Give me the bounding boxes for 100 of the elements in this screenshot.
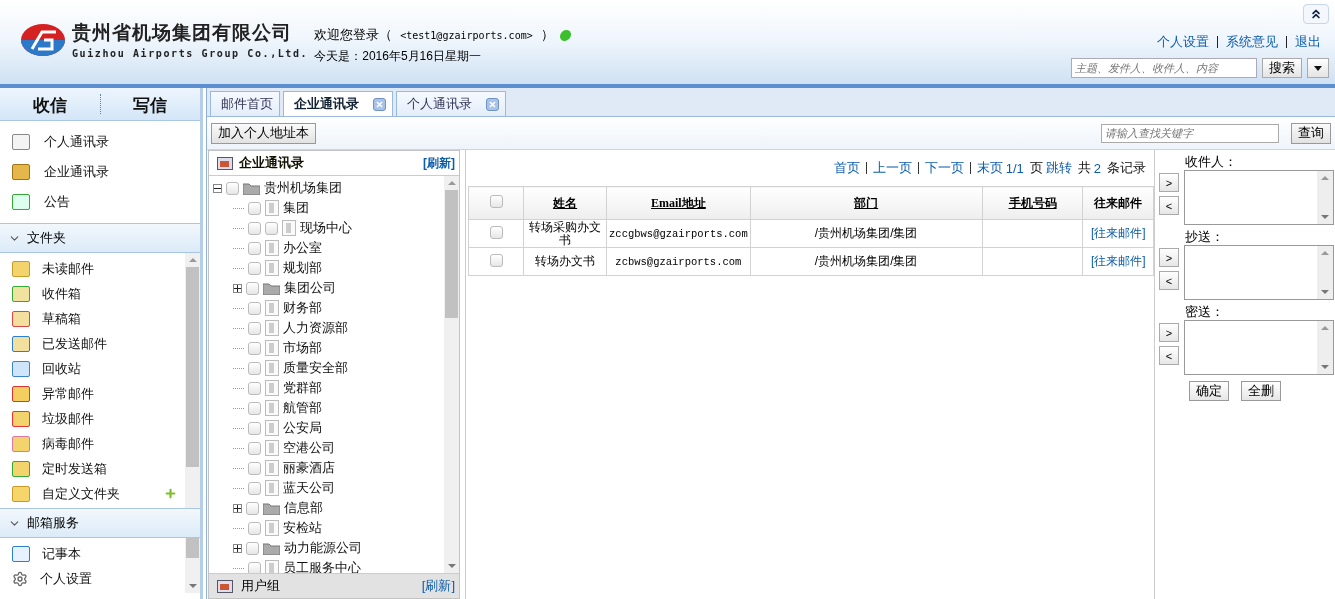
expand-toggle[interactable] xyxy=(233,503,242,513)
sidebar-item[interactable]: 已发送邮件 xyxy=(42,334,107,353)
tree-checkbox[interactable] xyxy=(248,441,261,455)
sidebar-item[interactable]: 草稿箱 xyxy=(42,309,81,328)
tree-node[interactable]: 集团公司 xyxy=(284,279,336,297)
pager-link[interactable]: 末页 xyxy=(976,159,1003,177)
tree-checkbox[interactable] xyxy=(226,181,239,195)
sidebar-item[interactable]: 病毒邮件 xyxy=(42,434,94,453)
keyword-field[interactable]: 请输入查找关键字 xyxy=(1101,123,1279,143)
mail-action-button[interactable]: 收信 xyxy=(0,94,100,114)
select-all-checkbox[interactable] xyxy=(489,195,503,208)
tree-checkbox[interactable] xyxy=(248,381,261,395)
tree-node[interactable]: 丽豪酒店 xyxy=(283,459,335,477)
pager-link[interactable]: 上一页 xyxy=(872,159,912,177)
tree-checkbox[interactable] xyxy=(248,561,261,573)
scrollbar[interactable] xyxy=(185,538,200,593)
pager-link[interactable]: 下一页 xyxy=(924,159,964,177)
mail-action-button[interactable]: 写信 xyxy=(99,94,200,114)
tree-node[interactable]: 安检站 xyxy=(283,519,322,537)
search-button[interactable]: 搜索 xyxy=(1262,58,1302,78)
tree-node[interactable]: 贵州机场集团 xyxy=(264,179,342,197)
expand-toggle[interactable] xyxy=(233,283,242,293)
header-link[interactable]: 退出 xyxy=(1287,33,1329,51)
tree-node[interactable]: 信息部 xyxy=(284,499,323,517)
sidebar-item[interactable]: 未读邮件 xyxy=(42,259,94,278)
action-button[interactable]: 确定 xyxy=(1189,381,1229,401)
tree-node[interactable]: 员工服务中心 xyxy=(283,559,361,573)
tree-node[interactable]: 动力能源公司 xyxy=(284,539,362,557)
tree-node[interactable]: 人力资源部 xyxy=(283,319,348,337)
refresh-link[interactable]: [刷新] xyxy=(421,577,455,595)
sidebar-item[interactable]: 记事本 xyxy=(42,544,81,563)
sidebar-item[interactable]: 个人设置 xyxy=(40,569,92,588)
header-link[interactable]: 系统意见 xyxy=(1218,33,1286,51)
tree-node[interactable]: 办公室 xyxy=(283,239,322,257)
tree-checkbox[interactable] xyxy=(248,461,261,475)
refresh-link[interactable]: [刷新] xyxy=(423,154,455,172)
sidebar-item[interactable]: 回收站 xyxy=(42,359,81,378)
tree-checkbox[interactable] xyxy=(248,261,261,275)
search-options-button[interactable] xyxy=(1307,58,1329,78)
remove-button[interactable]: < xyxy=(1159,271,1179,290)
tree-node[interactable]: 现场中心 xyxy=(300,219,352,237)
add-button[interactable]: > xyxy=(1159,173,1179,192)
tree-checkbox[interactable] xyxy=(248,221,261,235)
tree-checkbox[interactable] xyxy=(265,221,278,235)
scrollbar[interactable] xyxy=(185,253,200,508)
header-link[interactable]: 个人设置 xyxy=(1149,33,1217,51)
recipient-list[interactable] xyxy=(1184,245,1334,300)
tree-checkbox[interactable] xyxy=(248,241,261,255)
close-icon[interactable] xyxy=(486,97,499,111)
tree-checkbox[interactable] xyxy=(246,281,259,295)
tree-checkbox[interactable] xyxy=(248,341,261,355)
pager-link[interactable]: 首页 xyxy=(833,159,860,177)
sidebar-item[interactable]: 企业通讯录 xyxy=(44,163,109,181)
expand-toggle[interactable] xyxy=(233,543,242,553)
tab[interactable]: 邮件首页 xyxy=(210,91,280,116)
sidebar-item[interactable]: 定时发送箱 xyxy=(42,459,107,478)
sidebar-item[interactable]: 收件箱 xyxy=(42,284,81,303)
remove-button[interactable]: < xyxy=(1159,346,1179,365)
column-header[interactable]: Email地址 xyxy=(651,195,706,210)
tree-node[interactable]: 空港公司 xyxy=(283,439,335,457)
tree-node[interactable]: 集团 xyxy=(283,199,309,217)
section-header[interactable]: 文件夹 xyxy=(0,223,200,253)
tree-checkbox[interactable] xyxy=(248,201,261,215)
remove-button[interactable]: < xyxy=(1159,196,1179,215)
scrollbar[interactable] xyxy=(444,176,459,573)
query-button[interactable]: 查询 xyxy=(1291,122,1331,144)
tree-node[interactable]: 公安局 xyxy=(283,419,322,437)
close-icon[interactable] xyxy=(373,97,386,111)
tree-node[interactable]: 规划部 xyxy=(283,259,322,277)
tree-checkbox[interactable] xyxy=(246,501,259,515)
tree-node[interactable]: 市场部 xyxy=(283,339,322,357)
recipient-list[interactable] xyxy=(1184,320,1334,375)
tree-checkbox[interactable] xyxy=(248,401,261,415)
tree-checkbox[interactable] xyxy=(246,541,259,555)
column-header[interactable]: 部门 xyxy=(854,195,879,210)
collapse-header-button[interactable] xyxy=(1303,4,1329,24)
section-header[interactable]: 邮箱服务 xyxy=(0,508,200,538)
sidebar-item[interactable]: 异常邮件 xyxy=(42,384,94,403)
tree-checkbox[interactable] xyxy=(248,361,261,375)
sidebar-item[interactable]: 个人通讯录 xyxy=(44,133,109,151)
tree-node[interactable]: 蓝天公司 xyxy=(283,479,335,497)
sidebar-item[interactable]: 垃圾邮件 xyxy=(42,409,94,428)
pager-link[interactable]: 跳转 xyxy=(1045,159,1072,177)
recipient-list[interactable] xyxy=(1184,170,1334,225)
tree-node[interactable]: 质量安全部 xyxy=(283,359,348,377)
tree-node[interactable]: 航管部 xyxy=(283,399,322,417)
tab[interactable]: 企业通讯录 xyxy=(283,91,393,116)
column-header[interactable]: 姓名 xyxy=(553,195,578,210)
tree-checkbox[interactable] xyxy=(248,321,261,335)
tree-checkbox[interactable] xyxy=(248,421,261,435)
search-field[interactable]: 主题、发件人、收件人、内容 xyxy=(1071,58,1257,78)
tree-node[interactable]: 财务部 xyxy=(283,299,322,317)
tab[interactable]: 个人通讯录 xyxy=(396,91,506,116)
tree-node[interactable]: 党群部 xyxy=(283,379,322,397)
add-button[interactable]: > xyxy=(1159,323,1179,342)
action-button[interactable]: 全删 xyxy=(1241,381,1281,401)
sidebar-item[interactable]: 自定义文件夹 xyxy=(42,484,120,503)
collapse-toggle[interactable] xyxy=(213,183,222,193)
add-button[interactable]: > xyxy=(1159,248,1179,267)
row-checkbox[interactable] xyxy=(489,253,503,267)
